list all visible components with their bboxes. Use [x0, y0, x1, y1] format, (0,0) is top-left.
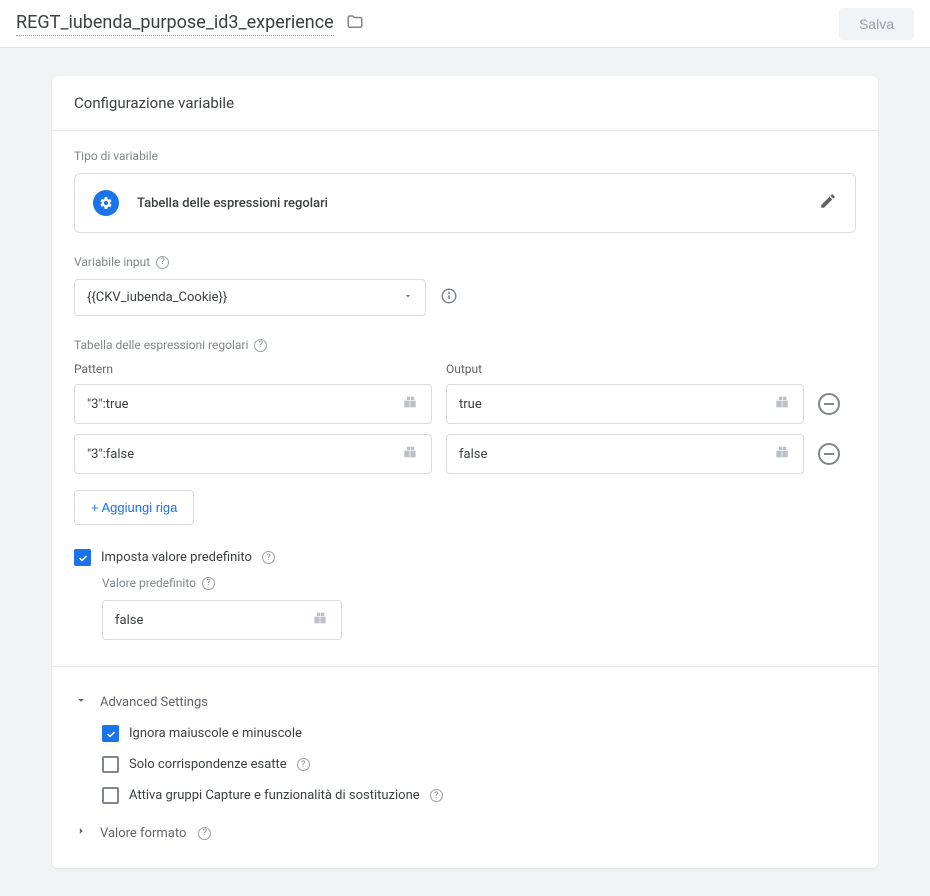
- set-default-checkbox[interactable]: [74, 549, 91, 566]
- divider: [52, 666, 878, 667]
- output-input[interactable]: false: [446, 434, 804, 474]
- set-default-label: Imposta valore predefinito: [101, 550, 252, 565]
- capture-groups-label: Attiva gruppi Capture e funzionalità di …: [129, 788, 420, 803]
- variable-type-selector[interactable]: Tabella delle espressioni regolari: [74, 173, 856, 233]
- variable-type-name: Tabella delle espressioni regolari: [137, 196, 801, 211]
- output-input[interactable]: true: [446, 384, 804, 424]
- chevron-down-icon: [74, 693, 88, 711]
- variable-picker-icon[interactable]: [313, 611, 329, 629]
- default-value-label: Valore predefinito ?: [102, 576, 856, 590]
- input-variable-value: {{CKV_iubenda_Cookie}}: [87, 290, 227, 305]
- help-icon[interactable]: ?: [198, 827, 211, 840]
- help-icon[interactable]: ?: [202, 577, 215, 590]
- variable-picker-icon[interactable]: [403, 395, 419, 413]
- gear-icon: [93, 190, 119, 216]
- chevron-down-icon: [403, 290, 413, 305]
- chevron-right-icon: [74, 824, 88, 842]
- default-value-input[interactable]: false: [102, 600, 342, 640]
- advanced-settings-toggle[interactable]: Advanced Settings: [74, 693, 856, 711]
- card-title: Configurazione variabile: [52, 76, 878, 131]
- help-icon[interactable]: ?: [156, 256, 169, 269]
- pattern-input[interactable]: "3":true: [74, 384, 432, 424]
- variable-picker-icon[interactable]: [775, 395, 791, 413]
- top-bar: REGT_iubenda_purpose_id3_experience Salv…: [0, 0, 930, 48]
- advanced-settings-label: Advanced Settings: [100, 695, 208, 710]
- pattern-header: Pattern: [74, 362, 432, 376]
- help-icon[interactable]: ?: [262, 551, 275, 564]
- config-card: Configurazione variabile Tipo di variabi…: [52, 76, 878, 868]
- info-icon[interactable]: [440, 287, 458, 309]
- help-icon[interactable]: ?: [430, 789, 443, 802]
- variable-type-label: Tipo di variabile: [74, 149, 856, 163]
- help-icon[interactable]: ?: [254, 339, 267, 352]
- variable-picker-icon[interactable]: [775, 445, 791, 463]
- capture-groups-checkbox[interactable]: [102, 787, 119, 804]
- page-title[interactable]: REGT_iubenda_purpose_id3_experience: [16, 12, 334, 36]
- help-icon[interactable]: ?: [297, 758, 310, 771]
- pattern-input[interactable]: "3":false: [74, 434, 432, 474]
- table-row: "3":false false: [74, 434, 856, 474]
- remove-row-button[interactable]: [818, 443, 840, 465]
- ignore-case-checkbox[interactable]: [102, 725, 119, 742]
- exact-match-label: Solo corrispondenze esatte: [129, 757, 287, 772]
- save-button[interactable]: Salva: [839, 8, 914, 40]
- input-variable-label: Variabile input ?: [74, 255, 856, 269]
- exact-match-checkbox[interactable]: [102, 756, 119, 773]
- variable-picker-icon[interactable]: [403, 445, 419, 463]
- regex-table-label: Tabella delle espressioni regolari ?: [74, 338, 856, 352]
- value-format-label: Valore formato: [100, 826, 186, 841]
- add-row-button[interactable]: + Aggiungi riga: [74, 490, 194, 525]
- ignore-case-label: Ignora maiuscole e minuscole: [129, 726, 302, 741]
- table-row: "3":true true: [74, 384, 856, 424]
- folder-icon[interactable]: [346, 13, 364, 35]
- table-column-headers: Pattern Output: [74, 362, 856, 376]
- set-default-checkbox-row: Imposta valore predefinito ?: [74, 549, 856, 566]
- pencil-icon[interactable]: [819, 192, 837, 214]
- value-format-toggle[interactable]: Valore formato ?: [74, 824, 856, 842]
- output-header: Output: [446, 362, 804, 376]
- input-variable-select[interactable]: {{CKV_iubenda_Cookie}}: [74, 279, 426, 316]
- remove-row-button[interactable]: [818, 393, 840, 415]
